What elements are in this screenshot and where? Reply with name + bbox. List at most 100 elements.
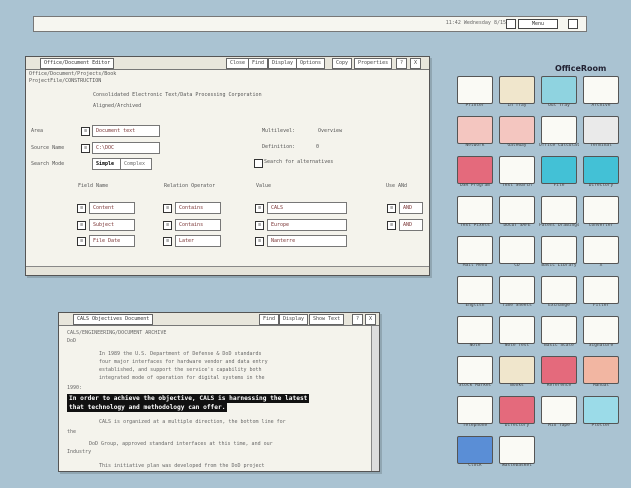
basic-scale-icon[interactable]: Basic Scale — [539, 316, 579, 352]
time-sheets-icon[interactable]: Time Sheets — [497, 276, 537, 312]
row-value[interactable]: Nanterre — [267, 235, 347, 247]
plotter-icon[interactable]: Plotter — [581, 396, 621, 432]
row-menu-icon[interactable]: ≡ — [387, 221, 396, 230]
row-use[interactable]: AND — [399, 219, 423, 231]
row-relation[interactable]: Contains — [175, 202, 221, 214]
icon-label: Patent Drawings — [539, 223, 579, 228]
row-value[interactable]: CALS — [267, 202, 347, 214]
x-windows-icon[interactable]: X — [581, 236, 621, 272]
row-field[interactable]: Content — [89, 202, 135, 214]
clock-icon[interactable]: Clock — [455, 436, 495, 472]
vertical-scrollbar[interactable] — [371, 326, 379, 471]
exchange-icon[interactable]: Exchange — [539, 276, 579, 312]
directory-icon[interactable]: Directory — [497, 396, 537, 432]
row-menu-icon[interactable]: ≡ — [163, 221, 172, 230]
orange-book-icon[interactable]: Manual — [581, 356, 621, 392]
find-button[interactable]: Find — [259, 314, 280, 325]
menu-toggle-icon[interactable] — [506, 19, 516, 29]
clipboard-icon[interactable]: CD — [497, 236, 537, 272]
icon-label: Time Sheets — [502, 303, 532, 308]
mix-tape-icon[interactable]: Mix Tape — [539, 396, 579, 432]
terminal-icon[interactable]: Terminal — [581, 116, 621, 152]
search-simple-button[interactable]: Simple — [92, 158, 122, 170]
folder-teal-icon[interactable]: File — [539, 156, 579, 192]
horizontal-scrollbar[interactable] — [26, 266, 429, 275]
search-complex-button[interactable]: Complex — [120, 158, 152, 170]
filter-icon[interactable]: Filter — [581, 276, 621, 312]
row-menu-icon[interactable]: ≡ — [255, 221, 264, 230]
icon-graphic — [499, 76, 535, 104]
icon-label: Text Pixels — [460, 223, 490, 228]
folder-teal-icon-2[interactable]: Directory — [581, 156, 621, 192]
phone-icon[interactable]: Telephone — [455, 396, 495, 432]
row-field[interactable]: File Date — [89, 235, 135, 247]
highlighted-text[interactable]: In order to achieve the objective, CALS … — [67, 394, 310, 403]
wastebasket-icon[interactable]: Wastebasket — [497, 436, 537, 472]
mail-icon[interactable]: Mail Menu — [455, 236, 495, 272]
icon-graphic — [457, 436, 493, 464]
highlighted-text[interactable]: that technology and methodology can offe… — [67, 403, 228, 412]
text-to-pixels-icon[interactable]: Text Pixels — [455, 196, 495, 232]
close-button[interactable]: Close — [226, 58, 250, 69]
help-button[interactable]: ? — [396, 58, 408, 69]
area-menu-icon[interactable]: ≡ — [81, 127, 90, 136]
row-menu-icon[interactable]: ≡ — [255, 204, 264, 213]
stock-icon[interactable]: Stock Market — [455, 356, 495, 392]
converter-icon[interactable]: Converter — [581, 196, 621, 232]
text-search-icon[interactable]: Text Search — [497, 156, 537, 192]
doc-line: DoD — [67, 338, 77, 344]
icon-label: Mail Menu — [462, 263, 488, 268]
search-window: Office/Document Editor Close Find Displa… — [25, 56, 430, 276]
docusafe-icon[interactable]: DOCUT SAFE — [497, 196, 537, 232]
display-button[interactable]: Display — [268, 58, 298, 69]
printer-icon[interactable]: Printer — [455, 76, 495, 112]
globe-icon-2[interactable]: Gateway — [497, 116, 537, 152]
alternatives-checkbox[interactable] — [254, 159, 263, 168]
basic-library-icon[interactable]: Basic Library — [539, 236, 579, 272]
source-field[interactable]: C:\DOC — [92, 142, 160, 154]
form-subheading: Aligned/Archived — [93, 103, 142, 109]
display-button[interactable]: Display — [279, 314, 309, 325]
close-icon[interactable]: X — [410, 58, 422, 69]
close-icon[interactable]: X — [365, 314, 377, 325]
area-field[interactable]: Document text — [92, 125, 160, 137]
row-menu-icon[interactable]: ≡ — [77, 221, 86, 230]
row-use[interactable]: AND — [399, 202, 423, 214]
help-button[interactable]: ? — [352, 314, 364, 325]
show-text-button[interactable]: Show Text — [309, 314, 345, 325]
row-value[interactable]: Europe — [267, 219, 347, 231]
options-button[interactable]: Options — [296, 58, 326, 69]
row-menu-icon[interactable]: ≡ — [77, 204, 86, 213]
row-menu-icon[interactable]: ≡ — [77, 237, 86, 246]
note-test-icon[interactable]: Note Test — [497, 316, 537, 352]
find-button[interactable]: Find — [248, 58, 269, 69]
red-book-icon[interactable]: Reference — [539, 356, 579, 392]
english-icon[interactable]: English — [455, 276, 495, 312]
signature-icon[interactable]: Signature — [581, 316, 621, 352]
window-icon[interactable] — [568, 19, 578, 29]
source-menu-icon[interactable]: ≡ — [81, 144, 90, 153]
window-title-bar: Office/Document Editor Close Find Displa… — [26, 57, 429, 70]
row-relation[interactable]: Contains — [175, 219, 221, 231]
row-menu-icon[interactable]: ≡ — [255, 237, 264, 246]
patent-drawings-icon[interactable]: Patent Drawings — [539, 196, 579, 232]
row-menu-icon[interactable]: ≡ — [163, 204, 172, 213]
icon-graphic — [457, 316, 493, 344]
row-relation[interactable]: Later — [175, 235, 221, 247]
dsr-program-icon[interactable]: DSR Program — [455, 156, 495, 192]
copy-button[interactable]: Copy — [332, 58, 353, 69]
row-menu-icon[interactable]: ≡ — [163, 237, 172, 246]
note-icon[interactable]: Note — [455, 316, 495, 352]
properties-button[interactable]: Properties — [354, 58, 393, 69]
in-tray-icon[interactable]: In Tray — [497, 76, 537, 112]
breadcrumb: Office/Document/Projects/Book — [29, 71, 117, 77]
archive-icon[interactable]: Archive — [581, 76, 621, 112]
globe-icon[interactable]: Network — [455, 116, 495, 152]
row-field[interactable]: Subject — [89, 219, 135, 231]
row-menu-icon[interactable]: ≡ — [387, 204, 396, 213]
books-icon[interactable]: Books — [497, 356, 537, 392]
calculator-icon[interactable]: Office Calculator — [539, 116, 579, 152]
menu-selector[interactable]: Menu — [518, 19, 558, 29]
icon-graphic — [541, 276, 577, 304]
out-tray-icon[interactable]: Out Tray — [539, 76, 579, 112]
